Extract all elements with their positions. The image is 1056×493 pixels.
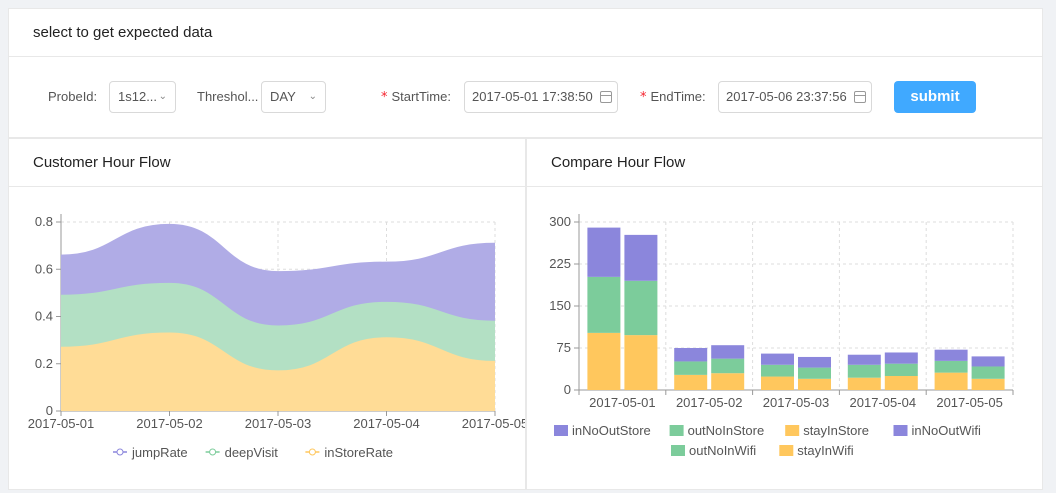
x-tick-label: 2017-05-01	[28, 416, 95, 431]
threshold-label: Threshol...	[197, 89, 259, 104]
legend-inStoreRate-label: inStoreRate	[324, 445, 393, 460]
chevron-down-icon: ⌄	[308, 91, 317, 102]
bar-inNoOutStore	[934, 349, 968, 361]
bar-outNoInWifi	[798, 367, 831, 379]
bar-outNoInStore	[761, 364, 794, 377]
calendar-icon	[854, 91, 866, 103]
legend-deepVisit-label: deepVisit	[225, 445, 279, 460]
bar-inNoOutWifi	[798, 356, 831, 368]
compare-hour-flow-title: Compare Hour Flow	[527, 139, 1042, 187]
legend-stayInStore-label: stayInStore	[803, 423, 869, 438]
legend-outNoInStore-swatch	[669, 425, 684, 436]
compare-hour-flow-panel: Compare Hour Flow 0 75 150 225 300 2017-05-01…	[526, 138, 1043, 490]
customer-hour-flow-title: Customer Hour Flow	[9, 139, 525, 187]
end-time-label: * EndTime:	[640, 81, 706, 113]
x-tick-label: 2017-05-03	[763, 395, 830, 410]
compare-hour-flow-chart: 0 75 150 225 300 2017-05-01 2017-05-02 2017-05-…	[549, 214, 1014, 458]
bar-outNoInStore	[674, 361, 708, 375]
x-tick-label: 2017-05-05	[936, 395, 1003, 410]
probe-select[interactable]: 1s12... ⌄	[109, 81, 176, 113]
bar-outNoInWifi	[884, 363, 918, 376]
bar-inNoOutStore	[587, 227, 621, 277]
y-tick-label: 0.6	[35, 261, 53, 276]
legend-inNoOutStore-swatch	[554, 425, 568, 436]
bar-stayInWifi	[624, 335, 658, 390]
end-time-value: 2017-05-06 23:37:56	[726, 89, 847, 104]
start-time-label: * StartTime:	[381, 81, 451, 113]
x-tick-label: 2017-05-01	[589, 395, 656, 410]
probe-value: 1s12...	[118, 89, 158, 104]
bar-outNoInWifi	[624, 280, 658, 336]
start-time-label-text: StartTime:	[391, 89, 451, 104]
filter-panel: select to get expected data ProbeId: 1s1…	[8, 8, 1043, 138]
bar-stayInWifi	[884, 376, 918, 390]
bar-inNoOutWifi	[971, 356, 1005, 367]
legend-jumpRate-label: jumpRate	[131, 445, 188, 460]
bar-outNoInWifi	[711, 358, 745, 374]
x-tick-label: 2017-05-02	[136, 416, 203, 431]
bar-stayInStore	[761, 376, 794, 390]
y-tick-label: 0.4	[35, 309, 53, 324]
legend-inStoreRate-marker	[308, 448, 316, 456]
start-time-input[interactable]: 2017-05-01 17:38:50	[464, 81, 618, 113]
chevron-down-icon: ⌄	[158, 91, 167, 102]
y-tick-label: 225	[549, 256, 571, 271]
bar-stayInStore	[934, 372, 968, 390]
y-tick-label: 150	[549, 298, 571, 313]
end-time-input[interactable]: 2017-05-06 23:37:56	[718, 81, 872, 113]
legend-deepVisit-marker	[209, 448, 217, 456]
filter-panel-title: select to get expected data	[9, 9, 1042, 57]
legend-stayInStore-swatch	[785, 425, 800, 436]
required-mark: *	[640, 90, 647, 105]
legend-outNoInStore-label: outNoInStore	[688, 423, 765, 438]
threshold-value: DAY	[270, 89, 296, 104]
legend-stayInWifi-swatch	[779, 445, 794, 456]
y-tick-label: 75	[557, 340, 571, 355]
x-tick-label: 2017-05-04	[353, 416, 420, 431]
bar-stayInWifi	[798, 378, 831, 390]
bar-inNoOutWifi	[624, 234, 658, 281]
legend-jumpRate-marker	[116, 448, 124, 456]
x-tick-label: 2017-05-05	[462, 416, 525, 431]
legend-stayInWifi-label: stayInWifi	[797, 443, 853, 458]
filter-row: ProbeId: 1s12... ⌄ Threshol... DAY ⌄ * St…	[9, 81, 1042, 113]
x-tick-label: 2017-05-04	[850, 395, 917, 410]
customer-hour-flow-chart: 00.20.40.60.82017-05-01 2017-05-02 2017-05…	[28, 214, 525, 460]
x-tick-label: 2017-05-03	[245, 416, 312, 431]
legend-inNoOutStore-label: inNoOutStore	[572, 423, 651, 438]
legend-inNoOutWifi-label: inNoOutWifi	[912, 423, 981, 438]
required-mark: *	[381, 90, 388, 105]
submit-button[interactable]: submit	[894, 81, 976, 113]
bar-inNoOutWifi	[711, 345, 745, 359]
y-tick-label: 300	[549, 214, 571, 229]
bar-stayInStore	[847, 377, 881, 390]
bar-inNoOutStore	[674, 348, 708, 362]
customer-hour-flow-panel: Customer Hour Flow 0 0.2 0.4 0.6 0.8 2017-05-…	[8, 138, 526, 490]
legend-inNoOutWifi-swatch	[893, 425, 908, 436]
bar-stayInWifi	[971, 378, 1005, 390]
bar-inNoOutStore	[847, 354, 881, 365]
probe-label: ProbeId:	[48, 89, 98, 104]
threshold-select[interactable]: DAY ⌄	[261, 81, 326, 113]
bar-stayInStore	[587, 332, 621, 390]
x-tick-label: 2017-05-02	[676, 395, 743, 410]
bar-stayInWifi	[711, 373, 745, 390]
bar-outNoInStore	[587, 276, 621, 333]
y-tick-label: 0.2	[35, 356, 53, 371]
bar-inNoOutWifi	[884, 352, 918, 364]
end-time-label-text: EndTime:	[650, 89, 706, 104]
legend-outNoInWifi-swatch	[671, 445, 685, 456]
bar-stayInStore	[674, 374, 708, 390]
y-tick-label: 0	[564, 382, 571, 397]
legend-outNoInWifi-label: outNoInWifi	[689, 443, 756, 458]
bar-outNoInStore	[934, 360, 968, 373]
bar-inNoOutStore	[761, 353, 794, 365]
y-tick-label: 0.8	[35, 214, 53, 229]
start-time-value: 2017-05-01 17:38:50	[472, 89, 593, 104]
bar-outNoInWifi	[971, 366, 1005, 379]
bar-outNoInStore	[847, 364, 881, 378]
calendar-icon	[600, 91, 612, 103]
